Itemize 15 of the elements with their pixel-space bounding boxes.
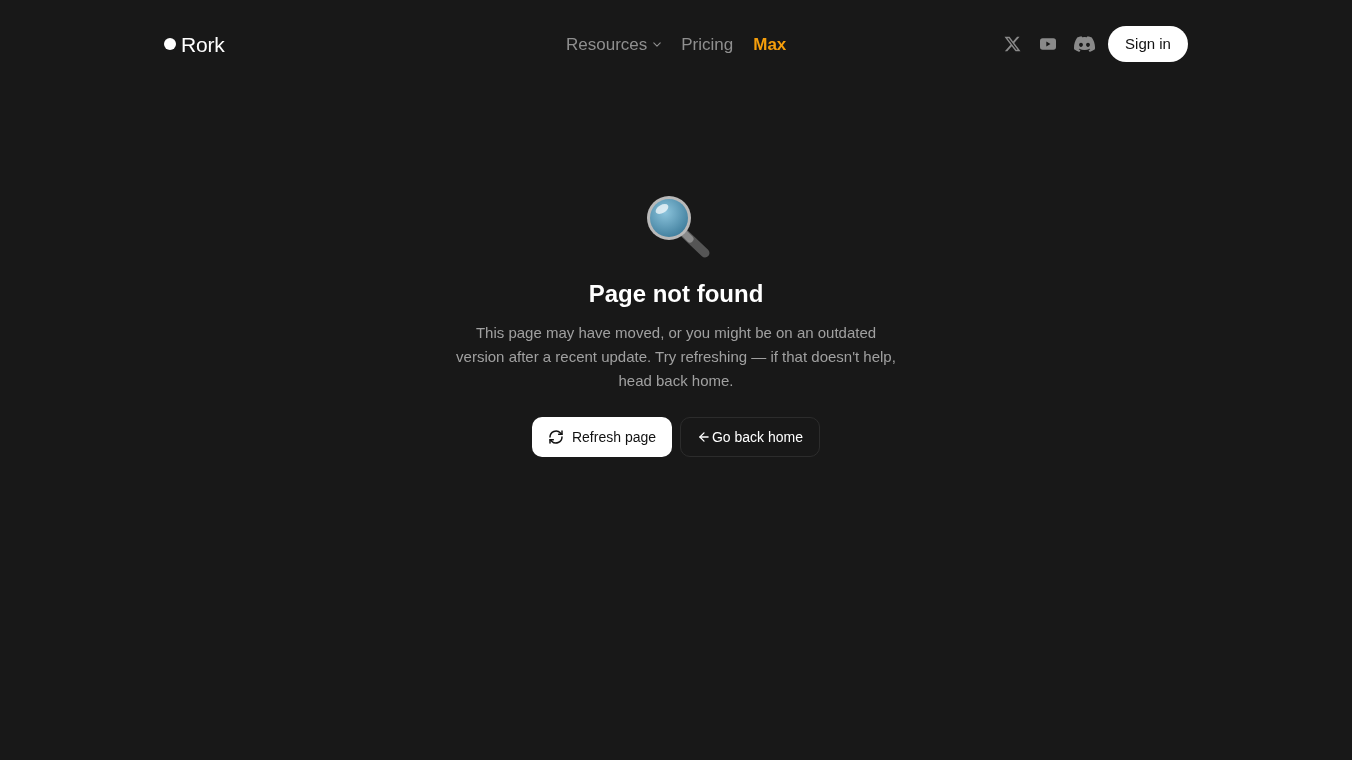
sign-in-button[interactable]: Sign in bbox=[1108, 26, 1188, 62]
home-button[interactable]: Go back home bbox=[680, 417, 820, 457]
nav-link[interactable]: Pricing bbox=[681, 35, 734, 53]
play-icon bbox=[1040, 38, 1056, 50]
x-logo-icon bbox=[1003, 36, 1021, 52]
error-message: This page may have moved, or you might be on an outdated version after a recent update. Try refreshing — if that doesn't help, head back home. bbox=[455, 323, 897, 391]
discord-logo-icon bbox=[1073, 36, 1095, 52]
nav-link[interactable]: Max bbox=[753, 35, 787, 53]
page-title: Page not found bbox=[588, 279, 764, 309]
nav-dropdown[interactable]: Resources bbox=[566, 35, 662, 53]
chevron-down-icon bbox=[653, 41, 662, 47]
refresh-button[interactable]: Refresh page bbox=[532, 417, 672, 457]
logo-link[interactable]: Rork bbox=[181, 33, 225, 55]
arrow-left-icon bbox=[696, 430, 711, 444]
refresh-icon bbox=[547, 429, 564, 445]
